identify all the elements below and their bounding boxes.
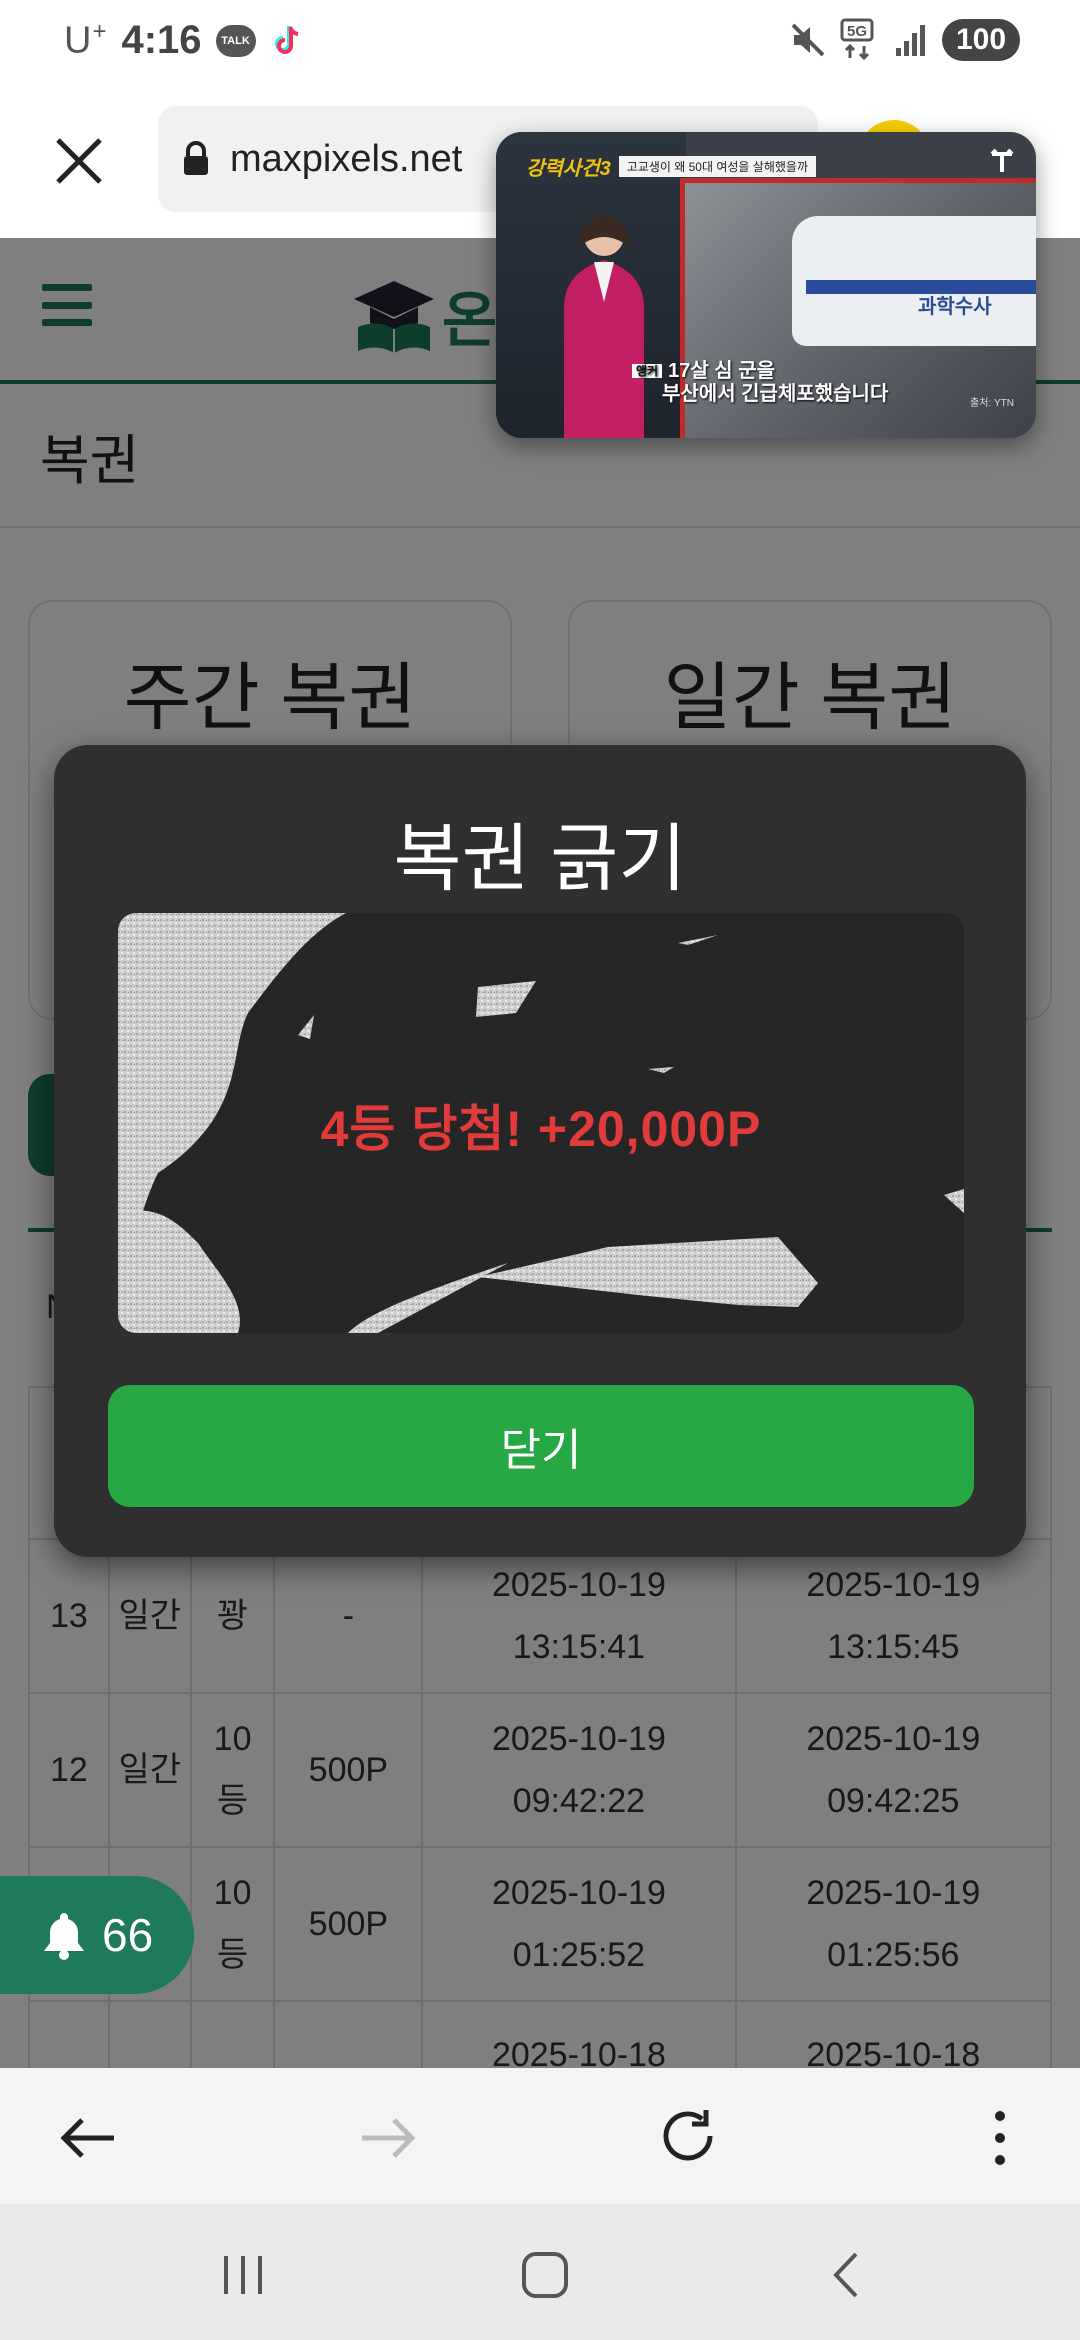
video-caption: 앵커 17살 심 군을 부산에서 긴급체포했습니다 [632, 360, 888, 406]
battery-indicator: 100 [942, 19, 1020, 61]
lock-icon [184, 141, 208, 175]
notification-count: 66 [102, 1909, 154, 1961]
system-navigation-bar [0, 2204, 1080, 2340]
scratch-card[interactable]: 4등 당첨! +20,000P [118, 913, 964, 1333]
video-source: 출처: YTN [970, 398, 1014, 409]
caption-tag: 앵커 [632, 364, 663, 379]
kakaotalk-icon: TALK [215, 24, 256, 57]
show-logo: 강력사건3 [526, 158, 611, 180]
url-text: maxpixels.net [230, 137, 463, 180]
svg-text:5G: 5G [847, 23, 867, 40]
forward-arrow-icon[interactable] [358, 2108, 418, 2168]
video-banner: 강력사건3 고교생이 왜 50대 여성을 살해했을까 [526, 152, 816, 181]
notification-button[interactable]: 66 [0, 1876, 194, 1994]
scratch-lottery-modal: 복권 긁기 4등 당첨! +20,000P 닫기 [54, 745, 1026, 1557]
bell-icon [44, 1913, 84, 1960]
expand-icon[interactable] [984, 144, 1020, 180]
close-icon[interactable] [46, 128, 112, 194]
home-icon[interactable] [520, 2250, 570, 2300]
floating-video-player[interactable]: 과학수사 강력사건3 고교생이 왜 50대 여성을 살해했을까 앵커 17살 심 … [496, 132, 1036, 438]
signal-icon [896, 25, 925, 56]
back-arrow-icon[interactable] [58, 2108, 118, 2168]
close-button[interactable]: 닫기 [108, 1385, 974, 1507]
tiktok-icon [274, 25, 298, 54]
browser-toolbar [0, 2068, 1080, 2204]
refresh-icon[interactable] [660, 2108, 720, 2168]
network-5g-icon: 5G [840, 18, 874, 61]
more-options-icon[interactable] [970, 2108, 1030, 2168]
van-label: 과학수사 [918, 296, 992, 318]
back-nav-icon[interactable] [822, 2250, 872, 2300]
status-bar: U+ 4:16 TALK 5G 100 [0, 0, 1080, 86]
modal-title: 복권 긁기 [393, 817, 687, 900]
banner-subtitle: 고교생이 왜 50대 여성을 살해했을까 [618, 156, 816, 177]
mute-icon [791, 23, 825, 57]
carrier-label: U+ [64, 18, 108, 62]
recent-apps-icon[interactable] [218, 2250, 268, 2300]
clock: 4:16 [121, 18, 202, 62]
prize-result: 4등 당첨! +20,000P [320, 1101, 762, 1157]
